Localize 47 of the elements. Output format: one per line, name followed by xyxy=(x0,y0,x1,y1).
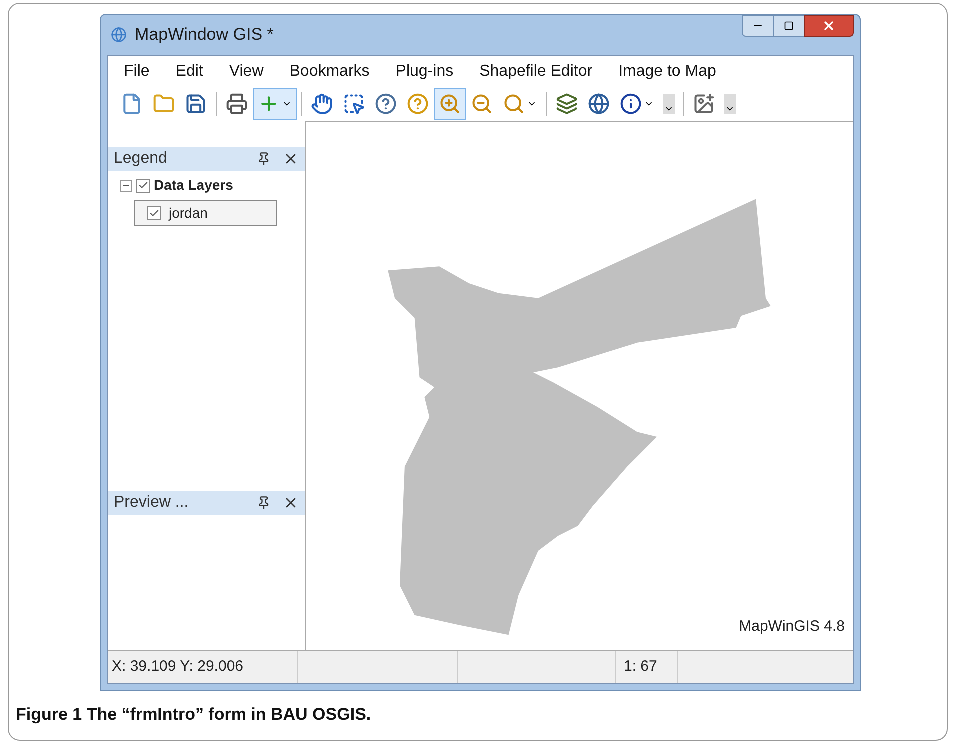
close-icon xyxy=(822,19,836,33)
zoom-out-icon xyxy=(471,93,493,115)
menu-item[interactable]: Image to Map xyxy=(618,60,716,84)
menu-item[interactable]: Plug-ins xyxy=(396,60,454,84)
select-icon xyxy=(343,93,365,115)
expander[interactable] xyxy=(120,180,132,192)
magnifier-icon xyxy=(503,93,525,115)
maximize-button[interactable] xyxy=(774,15,804,37)
maximize-icon xyxy=(784,21,794,31)
check-icon xyxy=(148,208,160,218)
pin-icon[interactable] xyxy=(257,152,271,166)
image-icon xyxy=(693,93,715,115)
document-icon xyxy=(121,93,143,115)
zoom-in-icon xyxy=(439,93,461,115)
figure-caption: Figure 1 The “frmIntro” form in BAU OSGIS. xyxy=(16,705,372,724)
overflow-button[interactable] xyxy=(663,94,675,114)
checkbox[interactable] xyxy=(136,178,150,192)
menu-item[interactable]: Edit xyxy=(176,60,204,84)
layers-icon xyxy=(556,93,578,115)
info-icon xyxy=(620,93,642,115)
scale-text: 1: 67 xyxy=(616,651,678,683)
help-icon xyxy=(407,93,429,115)
app-icon xyxy=(111,27,127,43)
checkbox[interactable] xyxy=(147,206,161,220)
pin-icon[interactable] xyxy=(257,496,271,510)
coordinates-text: X: 39.109 Y: 29.006 xyxy=(108,651,298,683)
legend-title: Legend xyxy=(114,149,168,169)
menu-item[interactable]: Shapefile Editor xyxy=(480,60,593,84)
overflow-button[interactable] xyxy=(724,94,736,114)
check-icon xyxy=(138,180,148,191)
menu-item[interactable]: File xyxy=(124,60,150,84)
window-title: MapWindow GIS * xyxy=(135,24,275,46)
menu-item[interactable]: Bookmarks xyxy=(290,60,370,84)
save-icon xyxy=(185,93,207,115)
preview-title: Preview ... xyxy=(114,493,190,513)
hand-icon xyxy=(311,93,333,115)
menu-item[interactable]: View xyxy=(229,60,264,84)
version-label: MapWinGIS 4.8 xyxy=(739,616,845,636)
globe-icon xyxy=(588,93,610,115)
map-canvas[interactable]: MapWinGIS 4.8 xyxy=(306,121,853,650)
layer-label: jordan xyxy=(169,204,208,223)
printer-icon xyxy=(226,93,248,115)
folder-icon xyxy=(153,93,175,115)
help-icon xyxy=(375,93,397,115)
layer-item[interactable]: jordan xyxy=(134,200,277,226)
close-button[interactable] xyxy=(804,15,854,37)
layer-group-label[interactable]: Data Layers xyxy=(154,175,234,196)
